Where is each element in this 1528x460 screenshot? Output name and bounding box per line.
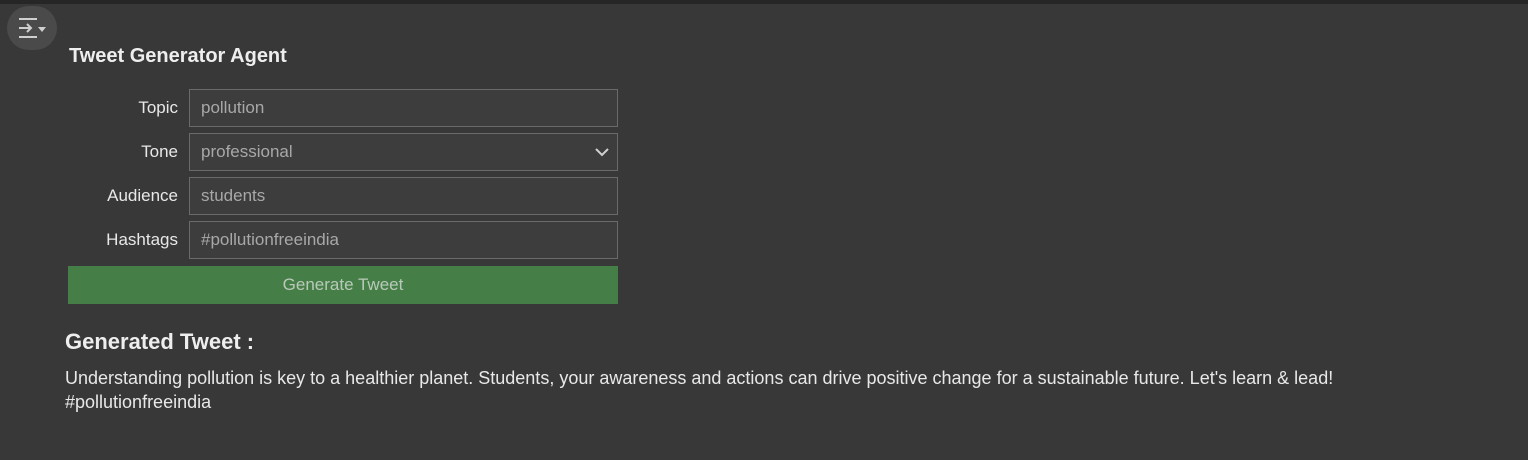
audience-label: Audience xyxy=(107,186,178,205)
tone-label: Tone xyxy=(141,142,178,161)
collapse-panel-icon xyxy=(19,18,46,38)
audience-row: Audience xyxy=(68,177,618,215)
tone-select[interactable]: professional xyxy=(189,133,618,171)
generated-tweet-heading: Generated Tweet : xyxy=(65,329,255,354)
topic-label: Topic xyxy=(138,98,178,117)
topic-input[interactable] xyxy=(189,89,618,127)
top-border xyxy=(0,0,1528,4)
generated-tweet-line: Understanding pollution is key to a heal… xyxy=(65,368,1334,388)
tone-selected-value: professional xyxy=(201,142,293,161)
toggle-panel-button[interactable] xyxy=(7,6,57,50)
generated-tweet-text: Understanding pollution is key to a heal… xyxy=(65,366,1485,414)
tone-row: Tone professional xyxy=(68,133,618,171)
generate-tweet-button[interactable]: Generate Tweet xyxy=(68,266,618,304)
hashtags-label: Hashtags xyxy=(106,230,178,249)
hashtags-row: Hashtags xyxy=(68,221,618,259)
app-title: Tweet Generator Agent xyxy=(69,45,287,67)
hashtags-input[interactable] xyxy=(189,221,618,259)
generated-tweet-hashtag: #pollutionfreeindia xyxy=(65,392,212,412)
topic-row: Topic xyxy=(68,89,618,127)
chevron-down-icon xyxy=(594,147,610,157)
audience-input[interactable] xyxy=(189,177,618,215)
